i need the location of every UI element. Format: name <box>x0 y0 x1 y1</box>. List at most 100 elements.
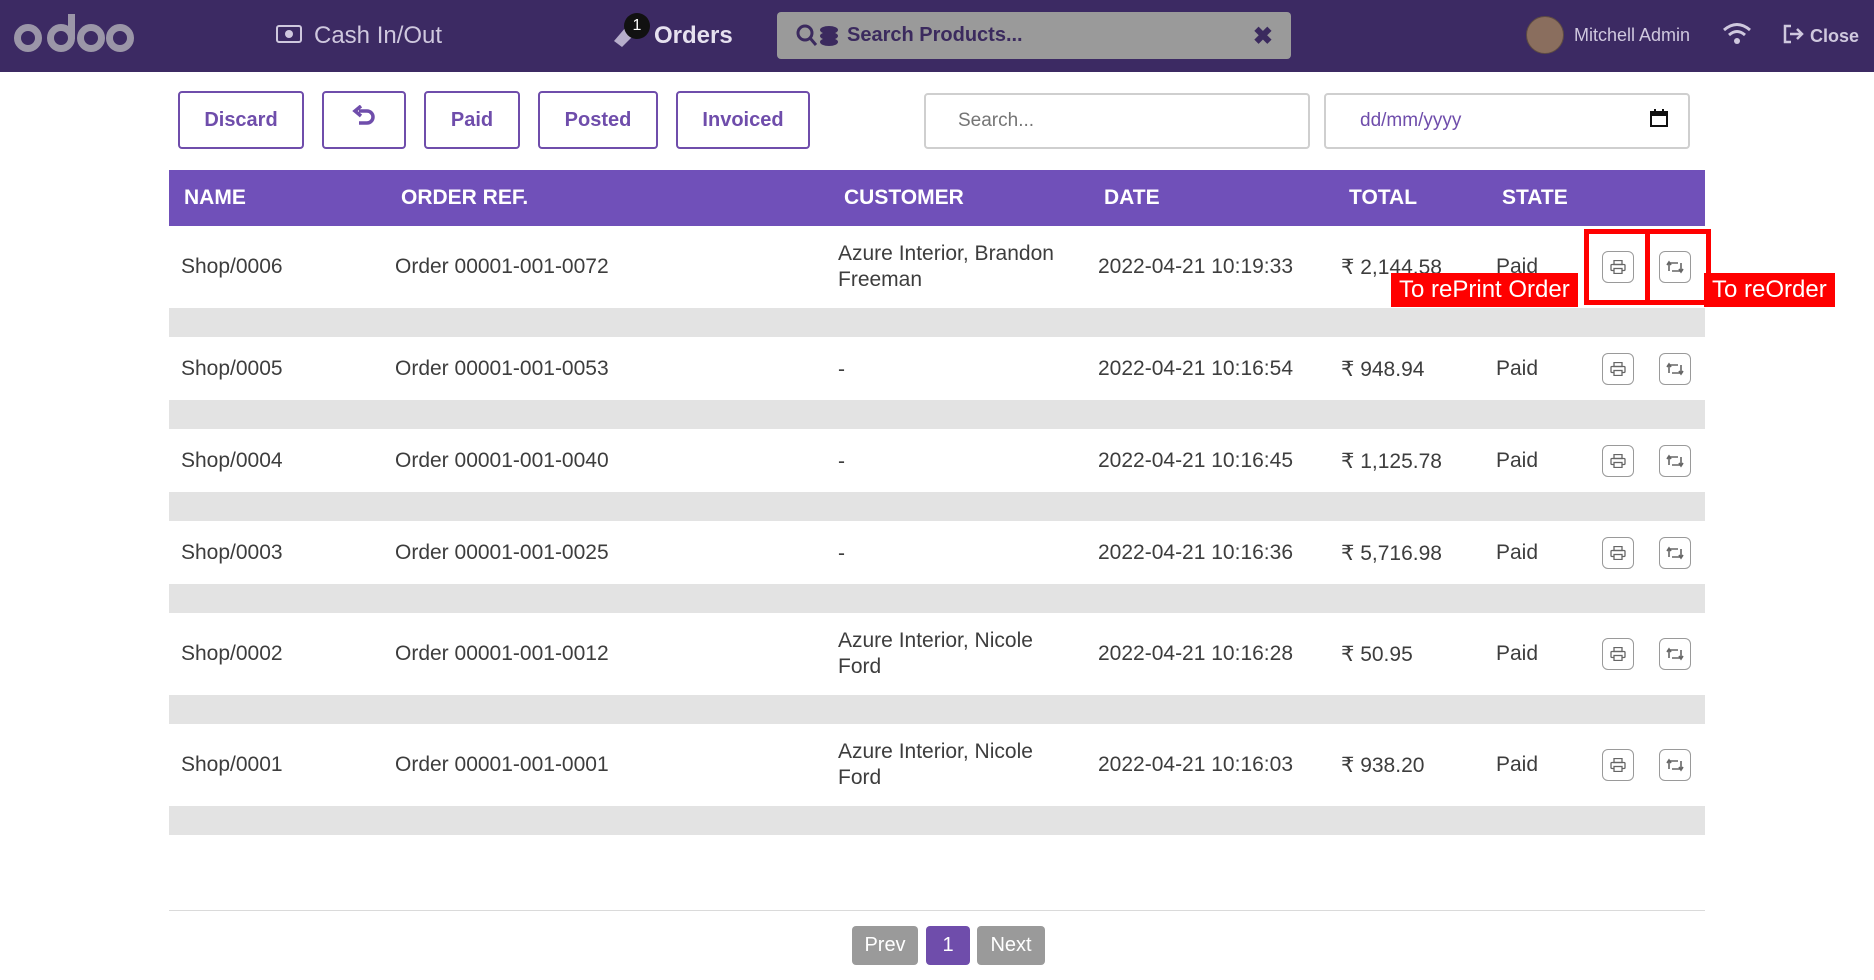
print-icon <box>1610 361 1626 376</box>
row-total: ₹ 1,125.78 <box>1341 449 1442 473</box>
reprint-button[interactable] <box>1602 536 1634 569</box>
row-name: Shop/0005 <box>181 356 283 380</box>
row-date: 2022-04-21 10:16:03 <box>1098 753 1293 776</box>
row-customer: - <box>838 357 845 381</box>
row-customer: Azure Interior, Nicole Ford <box>838 629 1033 678</box>
row-separator <box>169 584 1705 613</box>
product-search-bar[interactable]: Search Products... ✖ <box>777 12 1291 59</box>
reorder-button[interactable] <box>1659 352 1691 385</box>
reprint-highlight-box <box>1584 229 1650 305</box>
row-date: 2022-04-21 10:16:28 <box>1098 642 1293 665</box>
orders-badge: 1 <box>624 13 650 39</box>
row-date: 2022-04-21 10:16:36 <box>1098 540 1293 564</box>
discard-button[interactable]: Discard <box>178 91 304 149</box>
header-state: STATE <box>1502 186 1568 209</box>
row-customer: Azure Interior, Brandon Freeman <box>838 242 1054 291</box>
cash-label: Cash In/Out <box>314 22 443 49</box>
reorder-button[interactable] <box>1659 749 1691 781</box>
calendar-icon[interactable] <box>1650 109 1668 133</box>
header-customer: CUSTOMER <box>844 186 964 209</box>
reprint-annotation-label: To rePrint Order <box>1391 273 1578 307</box>
print-icon <box>1610 647 1626 661</box>
reprint-button[interactable] <box>1602 638 1634 670</box>
sign-out-icon <box>1782 24 1804 49</box>
row-date: 2022-04-21 10:16:54 <box>1098 356 1293 380</box>
posted-filter-button[interactable]: Posted <box>538 91 658 149</box>
search-input[interactable] <box>956 109 1308 133</box>
row-total: ₹ 50.95 <box>1341 643 1413 666</box>
row-state: Paid <box>1496 356 1539 380</box>
row-state: Paid <box>1496 448 1539 472</box>
row-date: 2022-04-21 10:16:45 <box>1098 448 1293 472</box>
search-field[interactable] <box>924 93 1310 149</box>
row-customer: Azure Interior, Nicole Ford <box>838 740 1033 789</box>
search-icon <box>795 23 841 49</box>
header-total: TOTAL <box>1349 186 1418 209</box>
row-customer: - <box>838 541 845 565</box>
retweet-icon <box>1666 454 1684 467</box>
row-total: ₹ 5,716.98 <box>1341 541 1442 565</box>
next-button[interactable]: Next <box>977 926 1045 965</box>
row-order-ref: Order 00001-001-0072 <box>395 255 609 278</box>
retweet-icon <box>1666 758 1684 772</box>
table-row[interactable]: Shop/0003 Order 00001-001-0025 - 2022-04… <box>169 521 1705 584</box>
date-field[interactable]: dd/mm/yyyy <box>1324 93 1690 149</box>
reorder-annotation-label: To reOrder <box>1704 273 1835 307</box>
header-date: DATE <box>1104 186 1160 209</box>
odoo-logo-icon <box>14 14 134 52</box>
row-name: Shop/0003 <box>181 540 283 564</box>
row-state: Paid <box>1496 540 1539 564</box>
reorder-button[interactable] <box>1659 444 1691 477</box>
row-total: ₹ 938.20 <box>1341 754 1425 777</box>
invoiced-filter-button[interactable]: Invoiced <box>676 91 810 149</box>
user-menu[interactable]: Mitchell Admin <box>1526 16 1690 54</box>
reorder-button[interactable] <box>1659 638 1691 670</box>
paid-filter-button[interactable]: Paid <box>424 91 520 149</box>
clear-search-icon[interactable]: ✖ <box>1253 22 1273 51</box>
reorder-button[interactable] <box>1659 536 1691 569</box>
retweet-icon <box>1666 546 1684 559</box>
table-row[interactable]: Shop/0002 Order 00001-001-0012 Azure Int… <box>169 613 1705 695</box>
table-row[interactable]: Shop/0005 Order 00001-001-0053 - 2022-04… <box>169 337 1705 400</box>
row-separator <box>169 492 1705 521</box>
header-name: NAME <box>184 186 246 209</box>
reprint-button[interactable] <box>1602 352 1634 385</box>
row-name: Shop/0002 <box>181 642 283 665</box>
ticket-icon: 1 <box>610 13 650 49</box>
reprint-button[interactable] <box>1602 444 1634 477</box>
table-row[interactable]: Shop/0001 Order 00001-001-0001 Azure Int… <box>169 724 1705 806</box>
retweet-icon <box>1666 362 1684 375</box>
table-header: NAME ORDER REF. CUSTOMER DATE TOTAL STAT… <box>169 170 1705 226</box>
orders-button[interactable]: 1 Orders <box>610 13 733 50</box>
wifi-icon <box>1722 22 1752 51</box>
row-customer: - <box>838 449 845 473</box>
user-name: Mitchell Admin <box>1574 24 1691 45</box>
footer-divider <box>169 910 1705 911</box>
header-order-ref: ORDER REF. <box>401 186 529 209</box>
page-1-button[interactable]: 1 <box>926 926 970 965</box>
print-icon <box>1610 453 1626 468</box>
product-search-placeholder: Search Products... <box>847 24 1023 46</box>
row-separator <box>169 400 1705 429</box>
top-bar: Cash In/Out 1 Orders Search Products... … <box>0 0 1874 72</box>
row-total: ₹ 948.94 <box>1341 357 1425 381</box>
close-button[interactable]: Close <box>1782 24 1859 49</box>
print-icon <box>1610 545 1626 560</box>
row-order-ref: Order 00001-001-0040 <box>395 448 609 472</box>
prev-button[interactable]: Prev <box>852 926 918 965</box>
cash-in-out-button[interactable]: Cash In/Out <box>276 22 442 50</box>
date-placeholder: dd/mm/yyyy <box>1360 110 1462 131</box>
row-state: Paid <box>1496 642 1539 665</box>
reprint-button[interactable] <box>1602 749 1634 781</box>
undo-icon <box>351 104 377 135</box>
row-order-ref: Order 00001-001-0053 <box>395 356 609 380</box>
orders-table: NAME ORDER REF. CUSTOMER DATE TOTAL STAT… <box>169 170 1705 835</box>
back-button[interactable] <box>322 91 406 149</box>
odoo-logo <box>14 12 134 63</box>
row-separator <box>169 806 1705 835</box>
avatar <box>1526 16 1564 54</box>
row-name: Shop/0001 <box>181 753 283 776</box>
table-row[interactable]: Shop/0004 Order 00001-001-0040 - 2022-04… <box>169 429 1705 492</box>
money-icon <box>276 22 302 50</box>
print-icon <box>1610 758 1626 772</box>
